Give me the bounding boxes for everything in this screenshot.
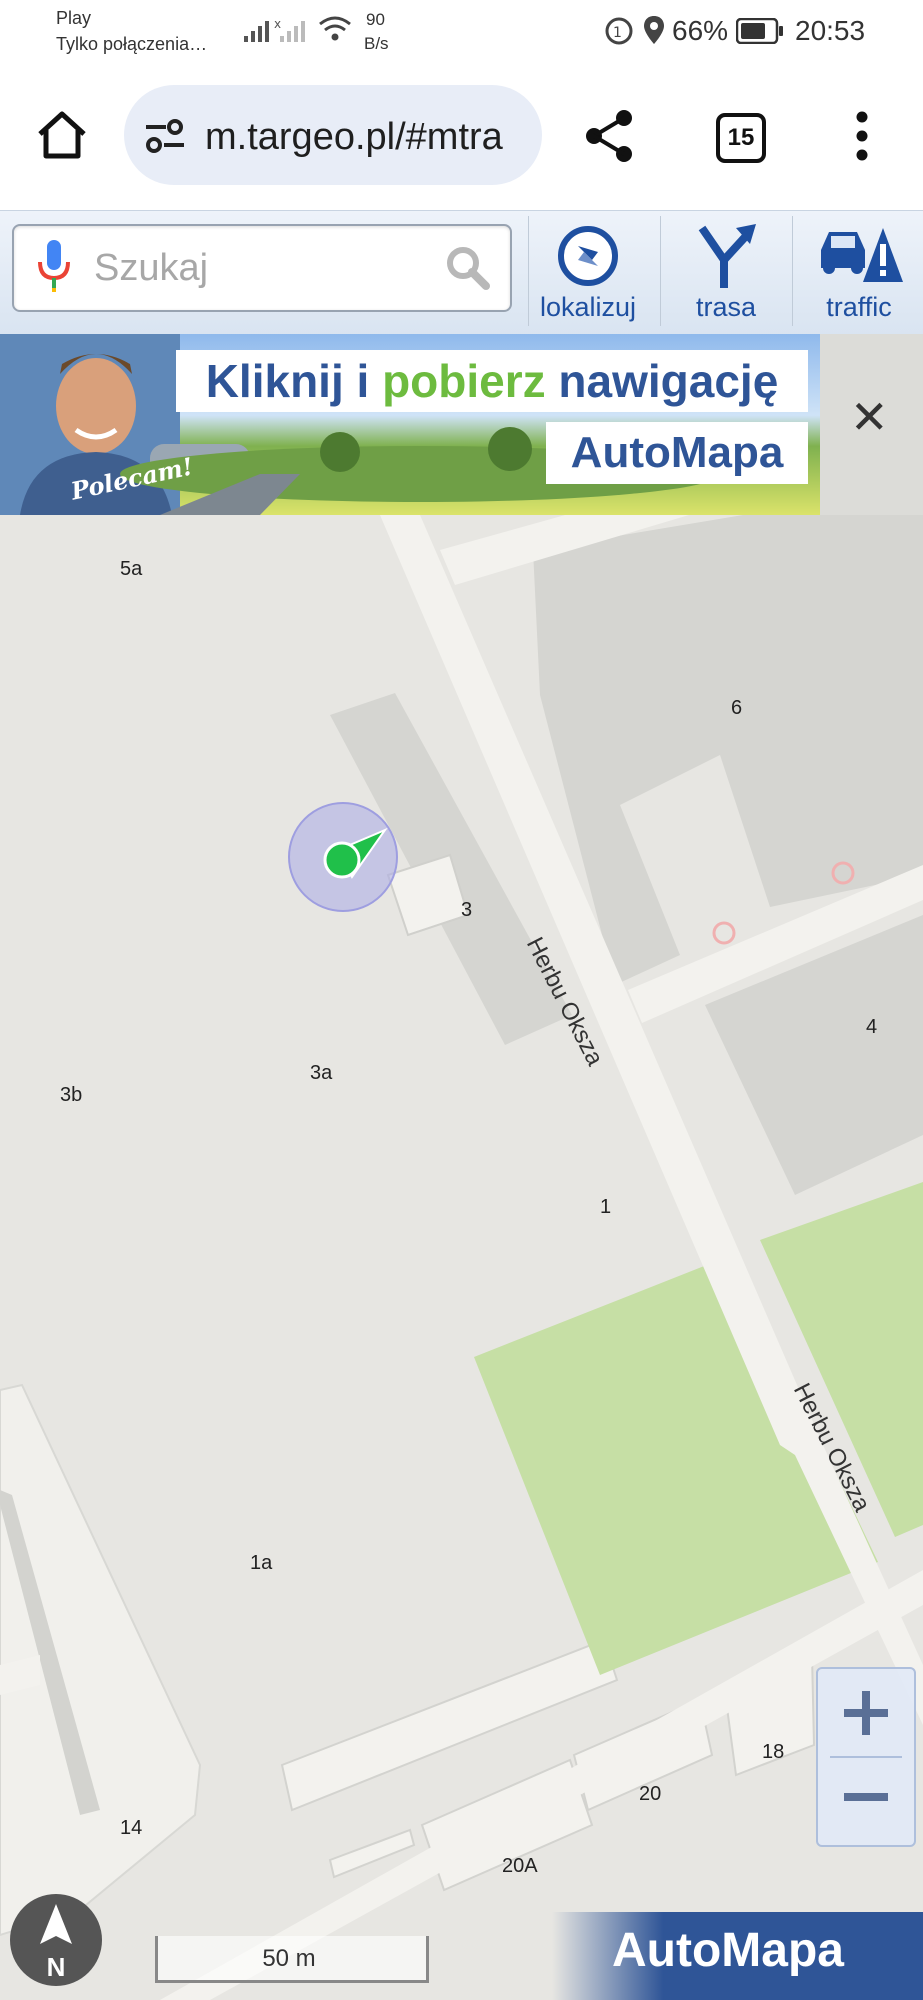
address-label: 20 — [639, 1783, 662, 1805]
route-icon — [698, 224, 756, 288]
zoom-in-button[interactable] — [818, 1669, 914, 1755]
route-button[interactable]: trasa — [662, 214, 790, 326]
wifi-icon — [319, 16, 351, 41]
zoom-divider — [830, 1756, 902, 1758]
more-vert-icon[interactable] — [852, 110, 872, 162]
address-label: 1 — [600, 1196, 612, 1218]
data-saver-icon: 1 — [605, 17, 633, 45]
map-canvas — [0, 515, 923, 2000]
svg-text:1: 1 — [613, 25, 622, 41]
address-label: 14 — [120, 1817, 143, 1839]
locate-button[interactable]: lokalizuj — [524, 214, 652, 326]
scale-label: 50 m — [262, 1945, 316, 1972]
battery-icon — [736, 18, 783, 44]
compass-button[interactable]: N — [10, 1894, 102, 1986]
search-placeholder: Szukaj — [94, 247, 209, 289]
plus-icon — [844, 1691, 888, 1735]
north-arrow-icon — [40, 1904, 72, 1944]
compass-letter: N — [46, 1952, 66, 1982]
address-label: 18 — [762, 1741, 785, 1763]
banner-brand[interactable]: AutoMapa — [546, 422, 808, 484]
address-label: 3a — [310, 1062, 333, 1084]
zoom-out-button[interactable] — [818, 1759, 914, 1845]
traffic-label: traffic — [826, 292, 892, 322]
address-label: 4 — [866, 1016, 878, 1038]
toolbar-divider — [792, 216, 793, 326]
url-text[interactable]: m.targeo.pl/#mtra — [205, 116, 535, 159]
location-status-icon — [644, 16, 664, 44]
address-label: 5a — [120, 558, 143, 580]
headline-part: nawigację — [545, 355, 779, 407]
traffic-button[interactable]: traffic — [795, 214, 923, 326]
close-ad-button[interactable]: ✕ — [820, 334, 923, 515]
toolbar-divider — [660, 216, 661, 326]
search-input[interactable] — [12, 224, 512, 312]
share-icon[interactable] — [584, 108, 636, 164]
route-label: trasa — [695, 292, 757, 322]
status-bar: Play Tylko połączenia… x 90 B/s 1 66% 20… — [0, 0, 923, 64]
mic-icon[interactable] — [34, 238, 74, 294]
svg-text:x: x — [274, 17, 281, 31]
clock: 20:53 — [795, 15, 866, 46]
address-label: 3b — [60, 1084, 83, 1106]
tab-switcher-button[interactable]: 15 — [716, 113, 766, 163]
carrier-status: Tylko połączenia… — [56, 34, 208, 54]
headline-part: Kliknij i — [205, 355, 383, 407]
tune-icon[interactable] — [144, 118, 186, 154]
map-view[interactable]: 5a 6 3 4 3b 3a 1 1a 18 20 14 20A Herbu O… — [0, 515, 923, 2000]
address-label: 3 — [461, 899, 473, 921]
poi-marker — [712, 921, 736, 945]
carrier-name: Play — [56, 8, 92, 28]
battery-percent: 66% — [672, 15, 729, 46]
address-label: 1a — [250, 1552, 273, 1574]
minus-icon — [844, 1793, 888, 1801]
automapa-logo-text: AutoMapa — [612, 1924, 844, 1977]
compass-icon — [558, 226, 618, 286]
signal-icon: x — [244, 17, 305, 42]
home-icon[interactable] — [36, 110, 88, 160]
close-icon: ✕ — [850, 390, 889, 444]
net-speed-value: 90 — [366, 10, 385, 29]
headline-highlight: pobierz — [382, 355, 546, 407]
search-icon[interactable] — [444, 244, 490, 290]
location-dot — [323, 841, 361, 879]
address-label: 20A — [502, 1855, 538, 1877]
address-label: 6 — [731, 697, 743, 719]
locate-label: lokalizuj — [539, 292, 637, 322]
traffic-icon — [821, 228, 903, 282]
net-speed-unit: B/s — [364, 34, 389, 53]
zoom-control — [816, 1667, 916, 1847]
banner-headline[interactable]: Kliknij i pobierz nawigację — [176, 350, 808, 412]
